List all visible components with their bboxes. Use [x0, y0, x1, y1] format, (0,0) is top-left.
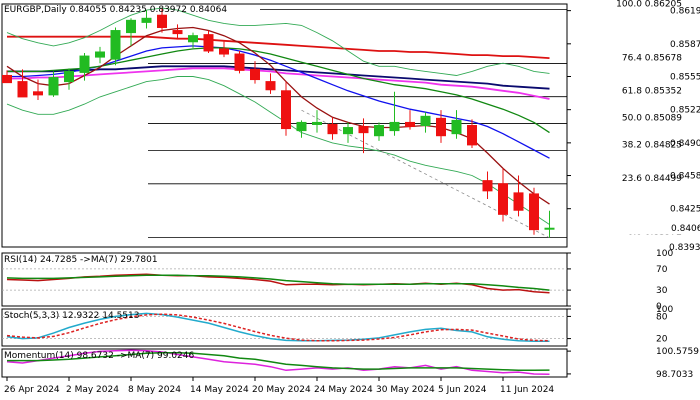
candle-body [48, 77, 59, 96]
y-tick-label: 0.84580 [670, 172, 700, 182]
candle-body [2, 74, 12, 84]
x-tick-label: 26 Apr 2024 [4, 385, 60, 395]
chart-header-title: EURGBP,Daily 0.84055 0.84235 0.83972 0.8… [4, 5, 227, 15]
candle-body [219, 48, 229, 55]
candle-body [265, 81, 276, 91]
candle-body [110, 30, 121, 60]
candle-body [420, 115, 431, 126]
momentum-title: Momentum(14) 98.6732 ->MA(7) 99.0246 [4, 351, 195, 361]
candle-body [250, 68, 260, 81]
candle-body [188, 35, 198, 43]
chart-canvas: 100.0 0.8620576.4 0.8567861.8 0.8535250.… [0, 0, 700, 400]
y-tick-label: 0.86195 [670, 7, 700, 17]
x-tick-label: 14 May 2024 [190, 385, 249, 395]
candle-body [358, 126, 369, 134]
y-tick-label: 0.85870 [670, 40, 700, 50]
candle-body [467, 125, 477, 146]
rsi-tick-label: 100 [656, 249, 673, 259]
momentum-tick-label: 98.7033 [656, 370, 693, 380]
x-tick-label: 30 May 2024 [376, 385, 435, 395]
candle-body [451, 119, 462, 135]
x-tick-label: 20 May 2024 [252, 385, 311, 395]
candle-body [296, 121, 307, 132]
candle-body [157, 14, 167, 28]
candle-body [33, 91, 43, 96]
candle-body [544, 227, 555, 230]
candle-body [374, 125, 384, 137]
y-tick-label: 0.85550 [670, 72, 700, 82]
candle-body [436, 117, 446, 137]
candle-body [234, 53, 245, 71]
candle-body [513, 192, 524, 211]
x-tick-label: 5 Jun 2024 [438, 385, 487, 395]
candle-body [17, 81, 28, 98]
stoch-tick-label: 20 [656, 335, 668, 345]
stoch-tick-label: 80 [656, 312, 668, 322]
x-tick-label: 2 May 2024 [66, 385, 119, 395]
candle-body [64, 70, 74, 83]
current-price-label: 0.84064 [671, 224, 700, 234]
candle-body [126, 19, 136, 34]
x-tick-label: 11 Jun 2024 [500, 385, 554, 395]
candle-body [203, 34, 214, 52]
fib-level-label: 61.8 0.85352 [622, 87, 682, 97]
candle-body [141, 17, 152, 23]
y-tick-label: 0.84900 [670, 139, 700, 149]
rsi-tick-label: 30 [656, 286, 668, 296]
rsi-tick-label: 70 [656, 265, 668, 275]
y-tick-label: 0.85225 [670, 106, 700, 116]
candle-body [95, 51, 105, 58]
momentum-tick-label: 100.5759 [656, 347, 699, 357]
x-tick-label: 24 May 2024 [314, 385, 373, 395]
x-tick-label: 8 May 2024 [128, 385, 181, 395]
stoch-title: Stoch(5,3,3) 12.9322 14.5513 [4, 311, 139, 321]
candle-body [529, 193, 539, 231]
low-price-label: 0.83930 [669, 243, 700, 253]
y-tick-label: 0.84255 [670, 205, 700, 215]
candle-body [498, 183, 508, 215]
rsi-title: RSI(14) 24.7285 ->MA(7) 29.7801 [4, 255, 158, 265]
candle-body [281, 90, 291, 130]
candle-body [327, 123, 338, 135]
candle-body [79, 55, 90, 73]
fib-level-label: 76.4 0.85678 [622, 53, 682, 63]
candle-body [389, 121, 400, 132]
candle-body [172, 30, 183, 35]
candle-body [482, 180, 493, 192]
candle-body [405, 121, 415, 128]
candle-body [343, 127, 353, 135]
candle-body [312, 121, 322, 125]
